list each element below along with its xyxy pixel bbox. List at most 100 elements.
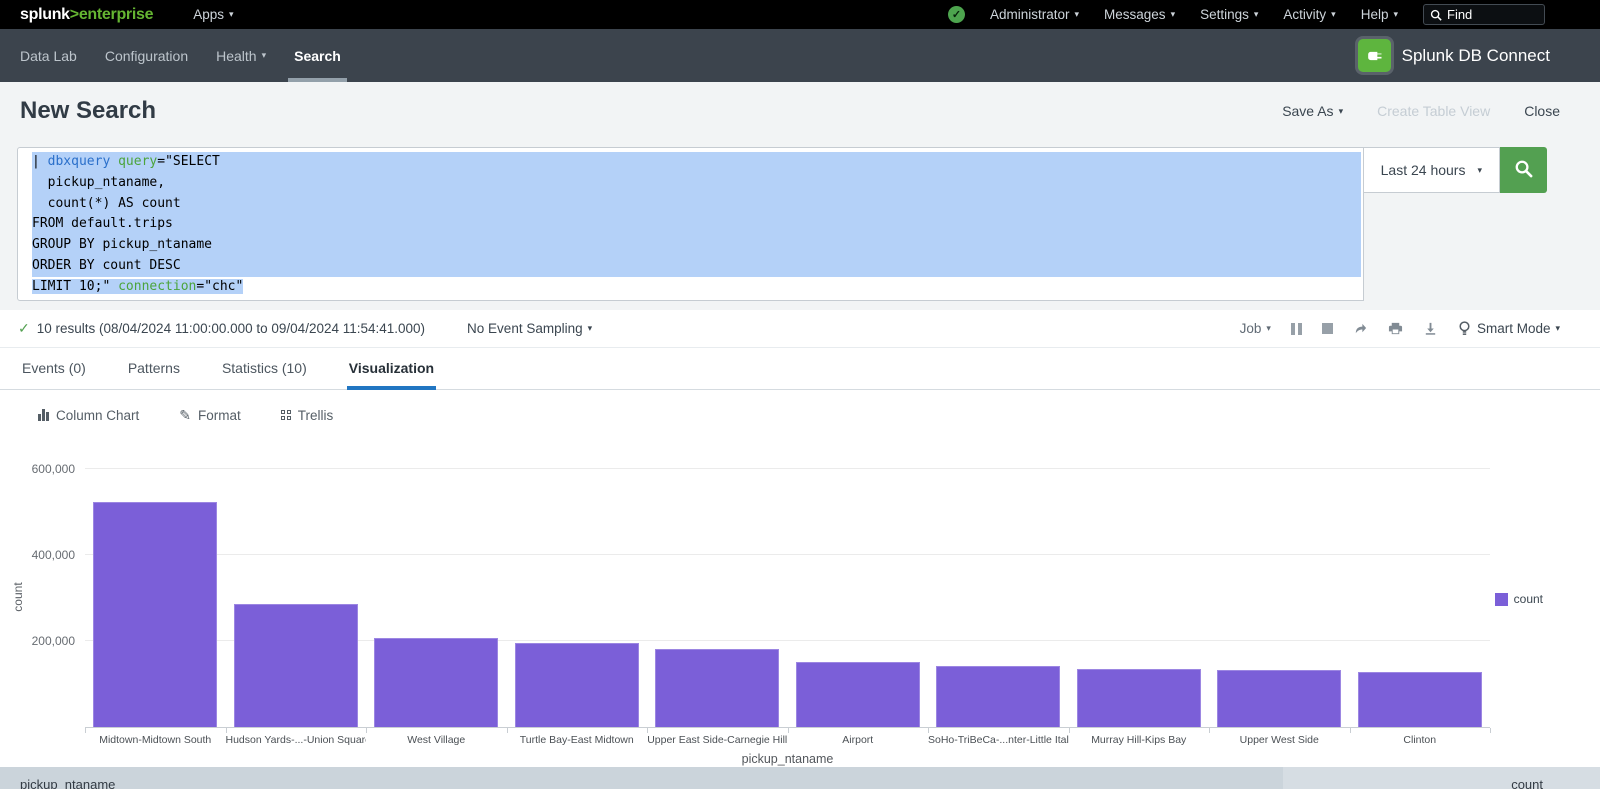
- chevron-down-icon: ▾: [1075, 9, 1080, 20]
- chart-bar-slot: [928, 447, 1069, 727]
- health-status-icon[interactable]: ✓: [948, 6, 965, 23]
- y-axis-tick-label: 200,000: [32, 634, 75, 648]
- query-line: pickup_ntaname,: [20, 173, 1361, 194]
- x-axis-tick: [85, 728, 86, 733]
- apps-menu[interactable]: Apps ▾: [193, 7, 233, 22]
- print-icon[interactable]: [1388, 321, 1403, 336]
- query-line: | dbxquery query="SELECT: [20, 152, 1361, 173]
- chart-plot: 200,000400,000600,000: [85, 447, 1490, 727]
- tab-events-0-[interactable]: Events (0): [20, 360, 88, 389]
- chart-bar[interactable]: [1217, 670, 1341, 727]
- tab-statistics-10-[interactable]: Statistics (10): [220, 360, 309, 389]
- chevron-down-icon: ▾: [1171, 9, 1176, 20]
- share-icon[interactable]: [1353, 321, 1368, 336]
- chart-bar[interactable]: [1358, 672, 1482, 727]
- app-navbar: Data Lab ConfigurationHealth▾ Search Splun…: [0, 29, 1600, 82]
- download-icon[interactable]: [1423, 321, 1438, 336]
- chevron-down-icon: ▾: [1555, 323, 1560, 334]
- chart-bar[interactable]: [515, 643, 639, 727]
- search-bar-section: | dbxquery query="SELECT pickup_ntaname,…: [0, 140, 1600, 310]
- close-button[interactable]: Close: [1524, 103, 1560, 119]
- topnav-menu-messages[interactable]: Messages▾: [1104, 7, 1175, 22]
- search-submit-button[interactable]: [1500, 147, 1547, 193]
- appnav-item-label: Health: [216, 48, 256, 64]
- table-header-count[interactable]: count: [1283, 767, 1600, 789]
- y-axis-title: count: [11, 577, 25, 617]
- chart-type-button[interactable]: Column Chart: [38, 408, 139, 423]
- job-menu[interactable]: Job▾: [1240, 321, 1271, 336]
- logo-gt: >: [70, 6, 79, 23]
- lightbulb-icon: [1458, 321, 1471, 336]
- chart-bar[interactable]: [374, 638, 498, 727]
- trellis-button[interactable]: Trellis: [281, 408, 334, 423]
- query-editor[interactable]: | dbxquery query="SELECT pickup_ntaname,…: [17, 147, 1364, 301]
- appnav-right: Splunk DB Connect: [1358, 39, 1550, 72]
- x-axis-tick: [366, 728, 367, 733]
- appnav-item-data-lab[interactable]: Data Lab: [6, 29, 91, 82]
- appnav-item-label: Search: [294, 48, 341, 64]
- chart-bar-slot: [226, 447, 367, 727]
- column-chart-icon: [38, 409, 49, 421]
- app-title[interactable]: Splunk DB Connect: [1402, 46, 1550, 66]
- x-axis-title: pickup_ntaname: [85, 752, 1490, 766]
- chart-legend[interactable]: count: [1495, 592, 1543, 606]
- smart-mode-menu[interactable]: Smart Mode▾: [1458, 321, 1560, 336]
- x-axis-category-label: Midtown-Midtown South: [85, 734, 226, 746]
- chart-bar[interactable]: [93, 502, 217, 727]
- topnav-right: ✓ Administrator▾Messages▾Settings▾Activi…: [948, 4, 1545, 25]
- query-line-text: FROM default.trips: [32, 214, 1361, 235]
- splunk-logo[interactable]: splunk>enterprise: [20, 6, 153, 24]
- chart-bar-slot: [1069, 447, 1210, 727]
- time-range-picker[interactable]: Last 24 hours ▾: [1364, 147, 1500, 193]
- chevron-down-icon: ▾: [1331, 9, 1336, 20]
- appnav-item-label: Data Lab: [20, 48, 77, 64]
- create-table-view-button: Create Table View: [1377, 103, 1490, 119]
- tab-patterns[interactable]: Patterns: [126, 360, 182, 389]
- pause-button[interactable]: [1291, 323, 1302, 335]
- find-search-box[interactable]: [1423, 4, 1545, 25]
- x-axis-category-label: Airport: [788, 734, 929, 746]
- query-line-text: pickup_ntaname,: [32, 173, 1361, 194]
- topnav-menu-administrator[interactable]: Administrator ▾: [990, 7, 1079, 22]
- x-axis-tick: [647, 728, 648, 733]
- query-line-text: LIMIT 10;" connection="chc": [32, 279, 243, 294]
- query-line: LIMIT 10;" connection="chc": [20, 277, 1361, 298]
- db-connect-plug-icon[interactable]: [1358, 39, 1391, 72]
- chart-bar-slot: [1209, 447, 1350, 727]
- chart-bar-slot: [366, 447, 507, 727]
- appnav-item-health[interactable]: Health▾: [202, 29, 280, 82]
- tab-visualization[interactable]: Visualization: [347, 360, 436, 389]
- chevron-down-icon: ▾: [1339, 106, 1344, 117]
- chart-bar-slot: [85, 447, 226, 727]
- statistics-table-header: pickup_ntaname count: [0, 767, 1600, 789]
- query-line: GROUP BY pickup_ntaname: [20, 235, 1361, 256]
- save-as-button[interactable]: Save As▾: [1282, 103, 1343, 119]
- topnav-menu-activity[interactable]: Activity▾: [1283, 7, 1335, 22]
- chart-bar[interactable]: [936, 666, 1060, 728]
- find-input[interactable]: [1447, 7, 1538, 22]
- x-axis-category-label: Turtle Bay-East Midtown: [507, 734, 648, 746]
- menu-label: Administrator: [990, 7, 1070, 22]
- topnav-menu-help[interactable]: Help▾: [1361, 7, 1398, 22]
- time-range-label: Last 24 hours: [1381, 162, 1466, 178]
- table-header-pickup-ntaname[interactable]: pickup_ntaname: [0, 767, 1283, 789]
- x-axis-category-label: Hudson Yards-...-Union Square: [226, 734, 367, 746]
- chart-tickrow: [85, 727, 1490, 733]
- chevron-down-icon: ▾: [1393, 9, 1398, 20]
- chart-bar[interactable]: [796, 662, 920, 727]
- page-title: New Search: [20, 97, 156, 125]
- appnav-item-search[interactable]: Search: [280, 29, 355, 82]
- logo-splunk: splunk: [20, 6, 70, 23]
- event-sampling-menu[interactable]: No Event Sampling▾: [467, 321, 592, 336]
- chart-bar[interactable]: [234, 604, 358, 727]
- chart-bar[interactable]: [655, 649, 779, 727]
- chart-bar[interactable]: [1077, 669, 1201, 727]
- job-controls: Job▾ Smart Mode▾: [1240, 321, 1560, 336]
- topnav-menu-settings[interactable]: Settings▾: [1200, 7, 1258, 22]
- format-button[interactable]: ✎ Format: [179, 407, 241, 424]
- stop-button[interactable]: [1322, 323, 1333, 334]
- search-controls: Last 24 hours ▾: [1364, 147, 1547, 193]
- x-axis-category-label: Murray Hill-Kips Bay: [1069, 734, 1210, 746]
- query-line-text: ORDER BY count DESC: [32, 256, 1361, 277]
- appnav-item-configuration[interactable]: Configuration: [91, 29, 202, 82]
